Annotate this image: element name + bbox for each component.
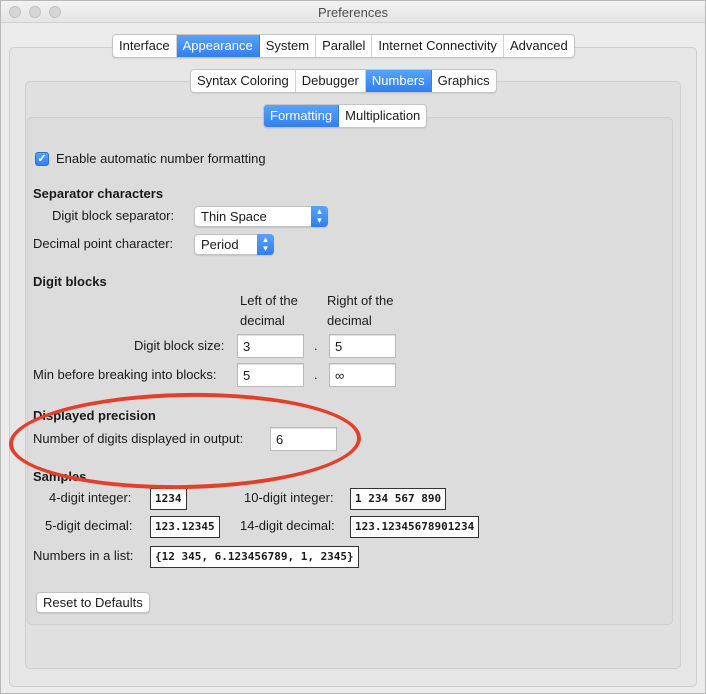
right-of-decimal-header: Right of the xyxy=(327,293,394,308)
enable-formatting-checkbox[interactable]: ✓ xyxy=(35,152,49,166)
min-before-breaking-label: Min before breaking into blocks: xyxy=(33,367,217,382)
preferences-window: Preferences Interface Appearance System … xyxy=(0,0,706,694)
five-decimal-sample: 123.12345 xyxy=(150,516,220,538)
tab-system[interactable]: System xyxy=(260,35,317,57)
fourteen-decimal-label: 14-digit decimal: xyxy=(240,518,335,533)
left-of-decimal-header: Left of the xyxy=(240,293,298,308)
sub-tab-bar: Syntax Coloring Debugger Numbers Graphic… xyxy=(190,69,497,93)
reset-to-defaults-button[interactable]: Reset to Defaults xyxy=(36,592,150,613)
min-right-value: ∞ xyxy=(335,368,345,383)
tab-internet-connectivity[interactable]: Internet Connectivity xyxy=(372,35,504,57)
decimal-dot: . xyxy=(314,367,318,382)
tab-parallel[interactable]: Parallel xyxy=(316,35,373,57)
block-size-right-field[interactable]: 5 xyxy=(329,334,396,358)
updown-chevron-icon: ▲ ▼ xyxy=(257,234,274,255)
digit-block-size-label: Digit block size: xyxy=(134,338,225,353)
tab-multiplication[interactable]: Multiplication xyxy=(339,105,426,127)
tab-interface[interactable]: Interface xyxy=(113,35,177,57)
updown-chevron-icon: ▲ ▼ xyxy=(311,206,328,227)
title-bar: Preferences xyxy=(1,1,705,23)
separator-heading: Separator characters xyxy=(33,186,164,201)
digit-block-separator-label: Digit block separator: xyxy=(52,208,175,223)
list-sample: {12 345, 6.123456789, 1, 2345} xyxy=(150,546,359,568)
tab-debugger[interactable]: Debugger xyxy=(296,70,366,92)
left-of-decimal-header-2: decimal xyxy=(240,313,285,328)
block-size-right-value: 5 xyxy=(335,339,343,354)
digit-block-separator-popup[interactable]: Thin Space ▲ ▼ xyxy=(194,206,328,227)
ten-digit-sample: 1 234 567 890 xyxy=(350,488,447,510)
tab-numbers[interactable]: Numbers xyxy=(365,70,432,92)
decimal-point-value: Period xyxy=(201,237,239,252)
min-right-field[interactable]: ∞ xyxy=(329,363,396,387)
fourteen-decimal-sample: 123.12345678901234 xyxy=(350,516,480,538)
tab-formatting[interactable]: Formatting xyxy=(264,105,340,127)
four-digit-label: 4-digit integer: xyxy=(49,490,132,505)
inner-tab-bar: Formatting Multiplication xyxy=(263,104,428,128)
tab-appearance[interactable]: Appearance xyxy=(176,35,260,57)
list-label: Numbers in a list: xyxy=(33,548,134,563)
block-size-left-value: 3 xyxy=(243,339,251,354)
block-size-left-field[interactable]: 3 xyxy=(237,334,304,358)
min-left-value: 5 xyxy=(243,368,251,383)
enable-formatting-label: Enable automatic number formatting xyxy=(56,151,266,166)
window-title: Preferences xyxy=(317,5,389,20)
tab-advanced[interactable]: Advanced xyxy=(504,35,574,57)
decimal-point-popup[interactable]: Period ▲ ▼ xyxy=(194,234,274,255)
main-tab-bar: Interface Appearance System Parallel Int… xyxy=(112,34,575,58)
digit-blocks-heading: Digit blocks xyxy=(33,274,107,289)
decimal-point-label: Decimal point character: xyxy=(33,236,174,251)
five-decimal-label: 5-digit decimal: xyxy=(45,518,133,533)
four-digit-sample: 1234 xyxy=(150,488,187,510)
checkmark-icon: ✓ xyxy=(37,153,47,165)
tab-graphics[interactable]: Graphics xyxy=(432,70,496,92)
right-of-decimal-header-2: decimal xyxy=(327,313,372,328)
ten-digit-label: 10-digit integer: xyxy=(244,490,334,505)
tab-syntax-coloring[interactable]: Syntax Coloring xyxy=(191,70,296,92)
min-left-field[interactable]: 5 xyxy=(237,363,304,387)
decimal-dot: . xyxy=(314,338,318,353)
digit-block-separator-value: Thin Space xyxy=(201,209,267,224)
